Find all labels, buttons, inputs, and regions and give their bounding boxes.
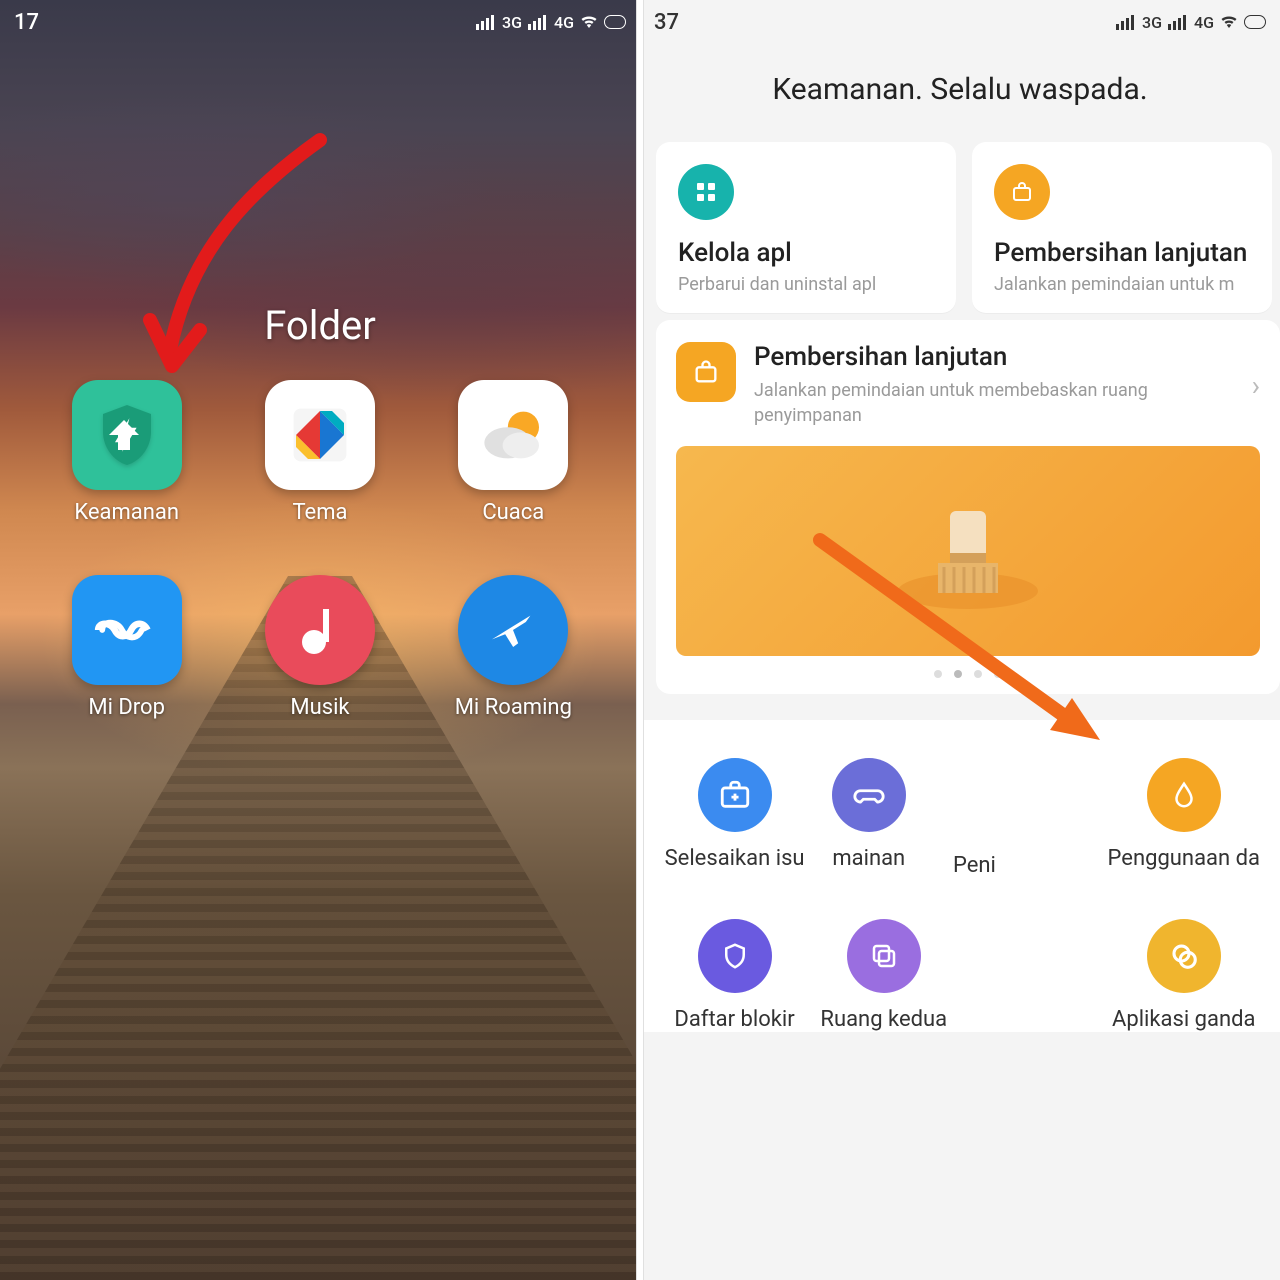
tool-label: Penggunaan da	[1108, 846, 1260, 871]
airplane-icon	[458, 575, 568, 685]
card-subtitle: Jalankan pemindaian untuk m	[994, 274, 1250, 295]
card-subtitle: Perbarui dan uninstal apl	[678, 274, 934, 295]
tool-blocklist[interactable]: Daftar blokir	[660, 919, 809, 1032]
grid-icon	[678, 164, 734, 220]
tool-dual-apps[interactable]: Aplikasi ganda	[1108, 919, 1260, 1032]
tool-data-usage[interactable]: Penggunaan da	[1108, 758, 1260, 871]
status-right: 3G 4G	[476, 13, 626, 32]
music-icon	[265, 575, 375, 685]
copy-icon	[1147, 919, 1221, 993]
security-app-panel: 37 3G 4G Keamanan. Selalu waspada. Kelol…	[640, 0, 1280, 1280]
page-title: Keamanan. Selalu waspada.	[640, 44, 1280, 131]
tool-label: Peni	[1012, 848, 1055, 873]
network-4g: 4G	[1194, 13, 1214, 32]
bag-icon	[994, 164, 1050, 220]
chevron-right-icon: ›	[1252, 369, 1260, 402]
app-folder-grid: Keamanan Tema Cuaca Mi Drop Musik	[50, 380, 590, 720]
battery-icon	[604, 15, 626, 29]
app-musik[interactable]: Musik	[243, 575, 396, 720]
app-midrop[interactable]: Mi Drop	[50, 575, 203, 720]
signal-icon	[1168, 15, 1186, 30]
app-label: Mi Roaming	[455, 695, 572, 720]
signal-icon	[528, 15, 546, 30]
panel-divider	[637, 0, 643, 1280]
tool-label: Aplikasi ganda	[1112, 1007, 1256, 1032]
folder-title: Folder	[264, 302, 376, 349]
bag-icon	[676, 342, 736, 402]
shield-outline-icon	[698, 919, 772, 993]
app-tema[interactable]: Tema	[243, 380, 396, 525]
midrop-icon	[72, 575, 182, 685]
card-deep-clean[interactable]: Pembersihan lanjutan Jalankan pemindaian…	[972, 142, 1272, 313]
app-keamanan[interactable]: Keamanan	[50, 380, 203, 525]
tool-label: mainan	[832, 846, 905, 871]
app-label: Cuaca	[482, 500, 544, 525]
featured-title: Pembersihan lanjutan	[754, 342, 1234, 372]
status-time: 37	[654, 10, 679, 35]
hidden-icon	[996, 758, 1070, 832]
status-bar: 17 3G 4G	[0, 0, 640, 44]
cleanup-illustration	[676, 446, 1260, 656]
signal-icon	[476, 15, 494, 30]
tool-second-space[interactable]: Ruang kedua	[809, 919, 958, 1032]
status-bar: 37 3G 4G	[640, 0, 1280, 44]
network-3g: 3G	[502, 13, 522, 32]
drop-icon	[1147, 758, 1221, 832]
tool-label: Daftar blokir	[674, 1007, 794, 1032]
page-indicator	[676, 670, 1260, 678]
medkit-icon	[698, 758, 772, 832]
dual-space-icon	[847, 919, 921, 993]
theme-icon	[265, 380, 375, 490]
wifi-icon	[1220, 13, 1238, 31]
app-cuaca[interactable]: Cuaca	[437, 380, 590, 525]
app-label: Keamanan	[74, 500, 179, 525]
network-4g: 4G	[554, 13, 574, 32]
card-manage-apps[interactable]: Kelola apl Perbarui dan uninstal apl	[656, 142, 956, 313]
app-miroaming[interactable]: Mi Roaming	[437, 575, 590, 720]
card-title: Pembersihan lanjutan	[994, 238, 1250, 268]
weather-icon	[458, 380, 568, 490]
shield-icon	[72, 380, 182, 490]
homescreen-panel: 17 3G 4G Folder Keamanan Tema	[0, 0, 640, 1280]
tool-label: Ruang kedua	[820, 1007, 947, 1032]
cards-row: Kelola apl Perbarui dan uninstal apl Pem…	[656, 142, 1280, 313]
wifi-icon	[580, 13, 598, 31]
featured-card[interactable]: Pembersihan lanjutan Jalankan pemindaian…	[656, 320, 1280, 694]
signal-icon	[1116, 15, 1134, 30]
tool-games[interactable]: mainan	[779, 758, 958, 871]
status-time: 17	[14, 10, 39, 35]
app-label: Musik	[290, 695, 349, 720]
app-label: Tema	[292, 500, 347, 525]
gamepad-icon	[832, 758, 906, 832]
card-title: Kelola apl	[678, 238, 934, 268]
status-right: 3G 4G	[1116, 13, 1266, 32]
battery-icon	[1244, 15, 1266, 29]
tool-label-overflow: Peni	[953, 853, 996, 878]
featured-subtitle: Jalankan pemindaian untuk membebaskan ru…	[754, 378, 1234, 428]
app-label: Mi Drop	[88, 695, 165, 720]
network-3g: 3G	[1142, 13, 1162, 32]
